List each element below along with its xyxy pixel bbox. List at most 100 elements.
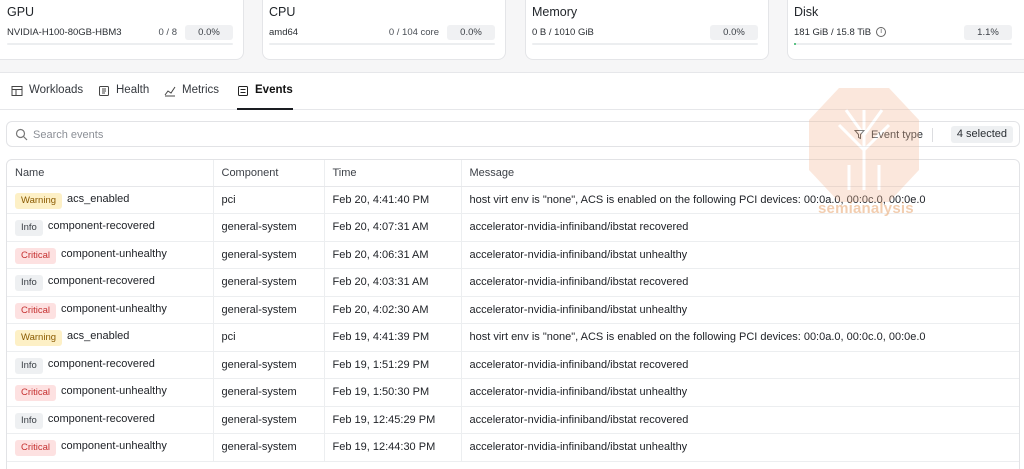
gpu-usage-bar	[7, 43, 233, 45]
column-header-name[interactable]: Name	[7, 160, 214, 187]
tab-events-label: Events	[255, 84, 293, 96]
message-cell: accelerator-nvidia-infiniband/ibstat rec…	[461, 213, 1019, 242]
memory-card: Memory 0 B / 1010 GiB 0.0%	[525, 0, 769, 60]
table-row[interactable]: Warning acs_enabled pci Feb 19, 4:41:39 PM h…	[7, 323, 1019, 352]
event-name-cell: Info component-recovered	[7, 213, 214, 242]
level-badge: Critical	[15, 440, 57, 457]
gpu-model: NVIDIA-H100-80GB-HBM3	[7, 26, 122, 38]
message-cell: accelerator-nvidia-infiniband/ibstat rec…	[461, 268, 1019, 297]
event-name: component-unhealthy	[61, 385, 167, 398]
event-name-cell: Critical component-unhealthy	[7, 241, 214, 269]
component-cell: general-system	[213, 213, 325, 242]
event-name: component-unhealthy	[61, 302, 167, 315]
gpu-card-title: GPU	[7, 5, 35, 19]
disk-usage-bar-fill	[794, 43, 797, 45]
disk-usage-bar	[794, 43, 1012, 45]
event-name-cell: Critical component-unhealthy	[7, 296, 214, 324]
events-table: Name Component Time Message Warning acs_e…	[6, 159, 1020, 469]
table-row[interactable]: Critical component-unhealthy general-syste…	[7, 378, 1019, 407]
gpu-usage-ratio: 0 / 8	[158, 26, 178, 38]
message-cell: accelerator-nvidia-infiniband/ibstat unh…	[461, 241, 1019, 269]
level-badge: Warning	[15, 330, 63, 347]
memory-usage-bar	[532, 43, 758, 45]
cpu-usage-percent: 0.0%	[447, 24, 495, 40]
component-cell: pci	[213, 186, 325, 214]
disk-card: Disk 181 GiB / 15.8 TiB i 1.1%	[787, 0, 1024, 60]
message-cell: host virt env is "none", ACS is enabled …	[461, 323, 1019, 352]
event-name-cell: Critical component-unhealthy	[7, 378, 214, 407]
table-row[interactable]: Info component-recovered general-system Feb…	[7, 351, 1019, 379]
event-name: component-recovered	[47, 275, 155, 288]
tab-bar: Workloads Health Metrics Events	[0, 73, 1024, 110]
tab-health[interactable]: Health	[98, 84, 149, 110]
filter-icon	[854, 130, 866, 140]
chart-icon	[164, 86, 176, 97]
column-header-message[interactable]: Message	[461, 160, 1019, 187]
table-row[interactable]: Critical component-unhealthy general-syste…	[7, 433, 1019, 462]
table-row[interactable]: Info component-recovered general-system Feb…	[7, 213, 1019, 242]
component-cell: general-system	[213, 406, 325, 434]
component-cell: general-system	[213, 433, 325, 462]
event-name: acs_enabled	[67, 330, 130, 343]
event-name-cell: Info component-recovered	[7, 268, 214, 297]
message-cell: accelerator-nvidia-infiniband/ibstat unh…	[461, 296, 1019, 324]
event-name-cell: Critical component-unhealthy	[7, 433, 214, 462]
event-name-cell: Info component-recovered	[7, 406, 214, 434]
event-name: acs_enabled	[67, 192, 130, 205]
level-badge: Critical	[15, 302, 57, 319]
search-input[interactable]	[33, 126, 533, 143]
table-row[interactable]: Critical component-unhealthy general-syste…	[7, 241, 1019, 269]
level-badge: Info	[15, 357, 43, 374]
event-name-cell: Info component-recovered	[7, 351, 214, 379]
time-cell: Feb 19, 4:41:39 PM	[324, 323, 462, 352]
time-cell: Feb 20, 4:06:31 AM	[324, 241, 462, 269]
memory-card-title: Memory	[532, 5, 578, 19]
message-cell: accelerator-nvidia-infiniband/ibstat unh…	[461, 378, 1019, 407]
memory-usage-ratio: 0 B / 1010 GiB	[532, 26, 594, 38]
table-icon	[11, 86, 23, 96]
tab-metrics[interactable]: Metrics	[164, 84, 219, 110]
message-cell: accelerator-nvidia-infiniband/ibstat rec…	[461, 406, 1019, 434]
selected-count-badge[interactable]: 4 selected	[950, 126, 1013, 143]
events-panel: Workloads Health Metrics Events Event ty…	[0, 72, 1024, 469]
tab-workloads-label: Workloads	[29, 84, 84, 96]
tab-workloads[interactable]: Workloads	[11, 84, 83, 110]
event-type-filter-label: Event type	[871, 128, 923, 141]
level-badge: Info	[15, 220, 43, 237]
search-icon	[15, 128, 28, 141]
cpu-arch: amd64	[269, 26, 299, 38]
list-icon	[238, 86, 248, 96]
table-header-row: Name Component Time Message	[7, 160, 1019, 187]
disk-card-title: Disk	[794, 5, 819, 19]
event-type-filter-button[interactable]: Event type	[854, 125, 923, 144]
column-header-time[interactable]: Time	[324, 160, 462, 187]
search-bar: Event type 4 selected	[6, 121, 1020, 147]
table-row[interactable]: Info component-recovered general-system Feb…	[7, 406, 1019, 434]
level-badge: Warning	[15, 192, 63, 209]
time-cell: Feb 19, 12:44:30 PM	[324, 433, 462, 462]
level-badge: Critical	[15, 385, 57, 402]
cpu-usage-ratio: 0 / 104 core	[388, 26, 439, 38]
time-cell: Feb 19, 12:45:29 PM	[324, 406, 462, 434]
memory-usage-percent: 0.0%	[710, 24, 758, 40]
table-row[interactable]: Info component-recovered general-system Feb…	[7, 268, 1019, 297]
event-name-cell: Warning acs_enabled	[7, 323, 214, 352]
event-name: component-recovered	[47, 357, 155, 370]
tab-metrics-label: Metrics	[182, 84, 220, 96]
time-cell: Feb 19, 1:51:29 PM	[324, 351, 462, 379]
component-cell: general-system	[213, 351, 325, 379]
message-cell: accelerator-nvidia-infiniband/ibstat unh…	[461, 433, 1019, 462]
event-name-cell: Warning acs_enabled	[7, 186, 214, 214]
disk-usage-percent: 1.1%	[964, 24, 1012, 40]
table-row[interactable]: Warning acs_enabled pci Feb 20, 4:41:40 PM h…	[7, 186, 1019, 214]
table-row[interactable]: Critical component-unhealthy general-syste…	[7, 296, 1019, 324]
tab-events[interactable]: Events	[237, 84, 293, 110]
info-icon[interactable]: i	[876, 27, 887, 37]
message-cell: accelerator-nvidia-infiniband/ibstat rec…	[461, 351, 1019, 379]
time-cell: Feb 20, 4:41:40 PM	[324, 186, 462, 214]
component-cell: pci	[213, 323, 325, 352]
disk-usage-ratio: 181 GiB / 15.8 TiB	[794, 26, 872, 38]
event-name: component-unhealthy	[61, 247, 167, 260]
cpu-card-title: CPU	[269, 5, 296, 19]
column-header-component[interactable]: Component	[213, 160, 325, 187]
